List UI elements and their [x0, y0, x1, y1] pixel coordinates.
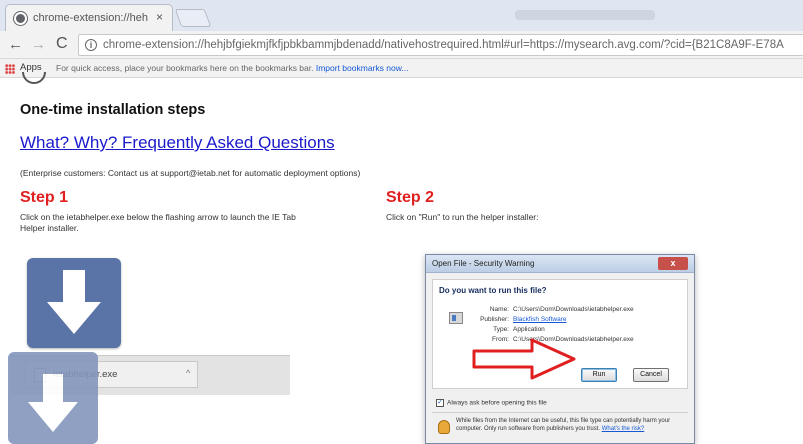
publisher-link[interactable]: Blackfish Software [513, 316, 566, 323]
name-row: Name: C:\Users\Dom\Downloads\ietabhelper.… [473, 306, 634, 313]
tab-strip: chrome-extension://hehi × [0, 0, 803, 31]
forward-arrow-icon[interactable]: → [31, 36, 46, 53]
publisher-row: Publisher: Blackfish Software [473, 316, 566, 323]
tab-close-icon[interactable]: × [156, 10, 163, 24]
type-key: Type: [493, 326, 509, 333]
download-arrow-tile-faded [8, 352, 98, 444]
enterprise-note: (Enterprise customers: Contact us at sup… [20, 168, 361, 178]
program-icon [449, 312, 463, 324]
dialog-close-button[interactable]: x [658, 257, 688, 270]
browser-tab[interactable]: chrome-extension://hehi × [5, 4, 173, 31]
step2-description: Click on "Run" to run the helper install… [386, 212, 539, 222]
step1-title: Step 1 [20, 189, 69, 206]
import-bookmarks-link[interactable]: Import bookmarks now... [316, 63, 409, 73]
download-arrow-icon-faded [28, 374, 78, 432]
type-row: Type: Application [473, 326, 545, 333]
always-ask-checkbox[interactable]: ✓ [436, 399, 444, 407]
dialog-separator [432, 412, 688, 413]
dialog-question: Do you want to run this file? [439, 286, 547, 295]
run-button[interactable]: Run [581, 368, 617, 382]
dialog-titlebar: Open File - Security Warning x [426, 255, 694, 273]
back-arrow-icon[interactable]: ← [8, 36, 23, 53]
reload-icon[interactable]: C [56, 35, 68, 53]
warning-text: While files from the Internet can be use… [456, 418, 686, 433]
name-key: Name: [489, 306, 509, 313]
red-pointer-arrow-icon [472, 338, 576, 380]
bookmarks-bar: Apps For quick access, place your bookma… [0, 59, 803, 78]
name-value: C:\Users\Dom\Downloads\ietabhelper.exe [513, 306, 634, 313]
faq-link[interactable]: What? Why? Frequently Asked Questions [20, 133, 335, 153]
always-ask-label[interactable]: Always ask before opening this file [447, 400, 547, 407]
window-title-blur [515, 10, 655, 20]
info-icon[interactable]: i [85, 39, 97, 51]
download-menu-chevron-icon[interactable]: ^ [186, 368, 190, 378]
publisher-key: Publisher: [480, 316, 509, 323]
risk-link[interactable]: What's the risk? [602, 426, 645, 432]
url-text[interactable]: chrome-extension://hehjbfgiekmjfkfjpbkba… [103, 39, 784, 51]
tab-title: chrome-extension://hehi [33, 12, 148, 24]
browser-toolbar: ← → C i chrome-extension://hehjbfgiekmjf… [0, 31, 803, 59]
download-arrow-tile [27, 258, 121, 348]
dialog-title: Open File - Security Warning [432, 259, 535, 268]
always-ask-row[interactable]: ✓ Always ask before opening this file [436, 399, 547, 407]
new-tab-button[interactable] [174, 9, 212, 27]
type-value: Application [513, 326, 545, 333]
apps-grid-icon[interactable] [5, 64, 15, 74]
cancel-button[interactable]: Cancel [633, 368, 669, 382]
bookmarks-hint-text: For quick access, place your bookmarks h… [56, 63, 314, 73]
page-title: One-time installation steps [20, 102, 206, 118]
download-arrow-icon [47, 270, 101, 334]
step1-description: Click on the ietabhelper.exe below the f… [20, 212, 296, 233]
address-bar[interactable]: i chrome-extension://hehjbfgiekmjfkfjpbk… [78, 34, 803, 56]
bookmarks-hint: For quick access, place your bookmarks h… [56, 63, 408, 73]
step2-title: Step 2 [386, 189, 435, 206]
chrome-favicon-icon [14, 12, 27, 25]
logo-peek [22, 72, 46, 84]
shield-warning-icon [438, 420, 450, 434]
